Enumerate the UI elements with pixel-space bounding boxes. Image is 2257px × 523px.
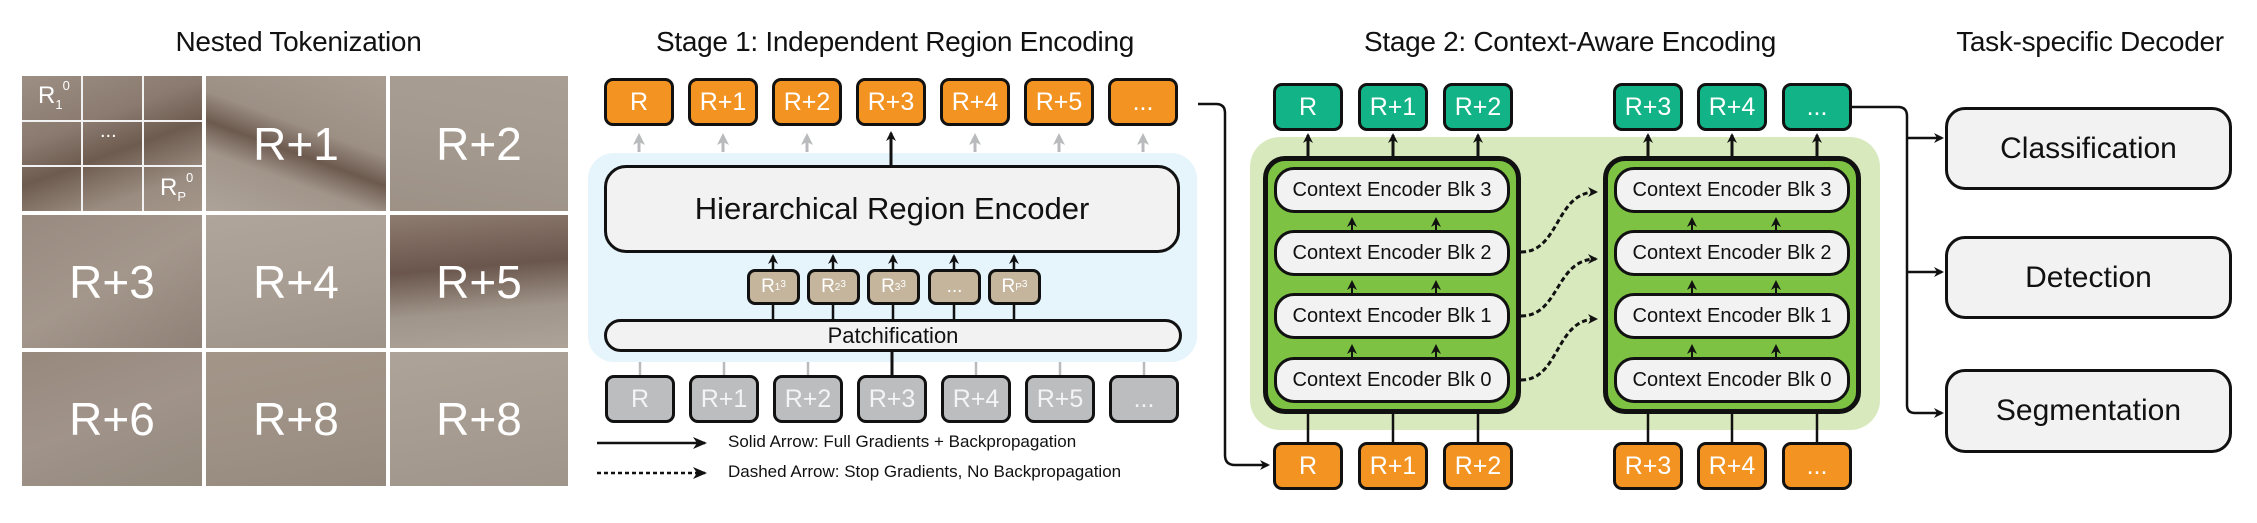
stage2-internal-arrows [1347,217,1781,357]
decoder-connector [1852,105,1944,418]
patch-arrows [768,254,1019,319]
stage2-input-stubs [1306,414,1819,442]
stage2-output-arrows [1303,133,1822,156]
stop-gradient-arrows [1520,187,1598,382]
stage-connector-arrow [1198,102,1270,470]
